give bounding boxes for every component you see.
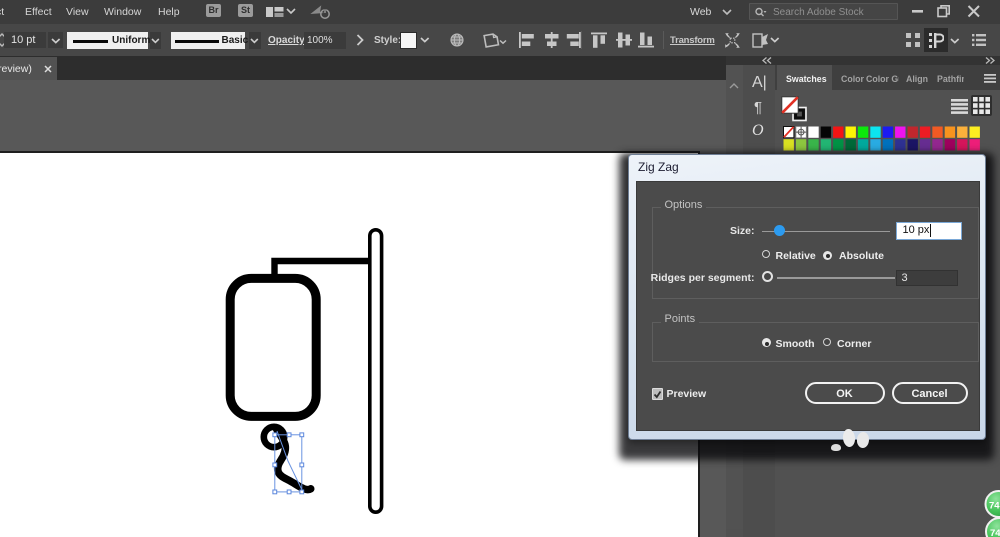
svg-text:74: 74 <box>989 501 1000 512</box>
svg-text:74: 74 <box>990 528 1000 537</box>
